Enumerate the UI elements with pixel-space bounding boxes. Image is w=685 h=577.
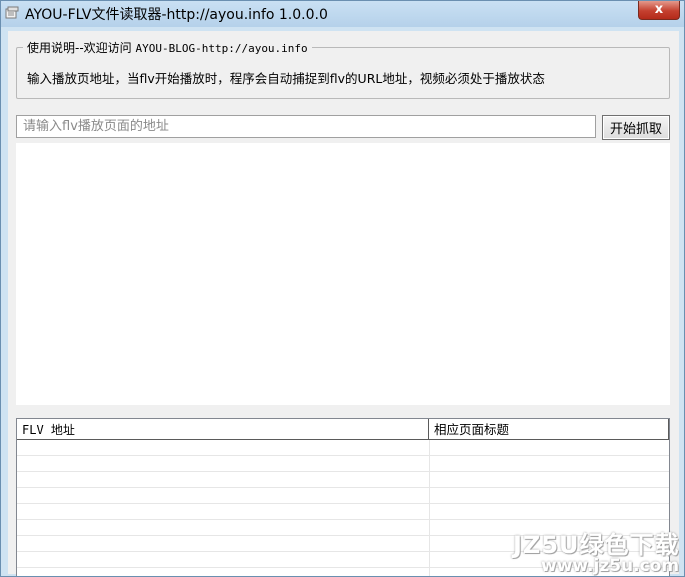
instructions-text: 输入播放页地址，当flv开始播放时，程序会自动捕捉到flv的URL地址，视频必须… bbox=[27, 71, 545, 86]
column-flv-url-label: FLV 地址 bbox=[22, 423, 75, 437]
title-bar[interactable]: AYOU-FLV文件读取器-http://ayou.info 1.0.0.0 x bbox=[1, 1, 684, 27]
column-divider bbox=[429, 440, 430, 576]
instructions-group: 使用说明--欢迎访问 AYOU-BLOG-http://ayou.info 输入… bbox=[16, 39, 670, 99]
results-header: FLV 地址 相应页面标题 bbox=[17, 419, 669, 440]
instructions-legend: 使用说明--欢迎访问 AYOU-BLOG-http://ayou.info bbox=[23, 39, 312, 56]
url-input[interactable] bbox=[16, 115, 596, 138]
watermark-line2: www.jz5u.com bbox=[541, 556, 680, 576]
column-page-title[interactable]: 相应页面标题 bbox=[429, 419, 669, 440]
client-area: 使用说明--欢迎访问 AYOU-BLOG-http://ayou.info 输入… bbox=[8, 31, 679, 576]
watermark: JZ5U绿色下载 www.jz5u.com bbox=[513, 525, 683, 576]
blog-link: AYOU-BLOG-http://ayou.info bbox=[135, 42, 308, 55]
column-page-title-label: 相应页面标题 bbox=[434, 422, 510, 437]
column-flv-url[interactable]: FLV 地址 bbox=[17, 419, 429, 440]
legend-prefix: 使用说明--欢迎访问 bbox=[27, 41, 136, 55]
window-title: AYOU-FLV文件读取器-http://ayou.info 1.0.0.0 bbox=[25, 7, 328, 23]
output-area[interactable] bbox=[16, 143, 670, 405]
watermark-line1: JZ5U绿色下载 bbox=[513, 531, 680, 559]
close-button[interactable]: x bbox=[638, 1, 680, 20]
close-icon: x bbox=[654, 2, 664, 17]
start-capture-button[interactable]: 开始抓取 bbox=[602, 115, 670, 140]
app-icon bbox=[5, 6, 19, 19]
app-window: AYOU-FLV文件读取器-http://ayou.info 1.0.0.0 x… bbox=[0, 0, 685, 577]
